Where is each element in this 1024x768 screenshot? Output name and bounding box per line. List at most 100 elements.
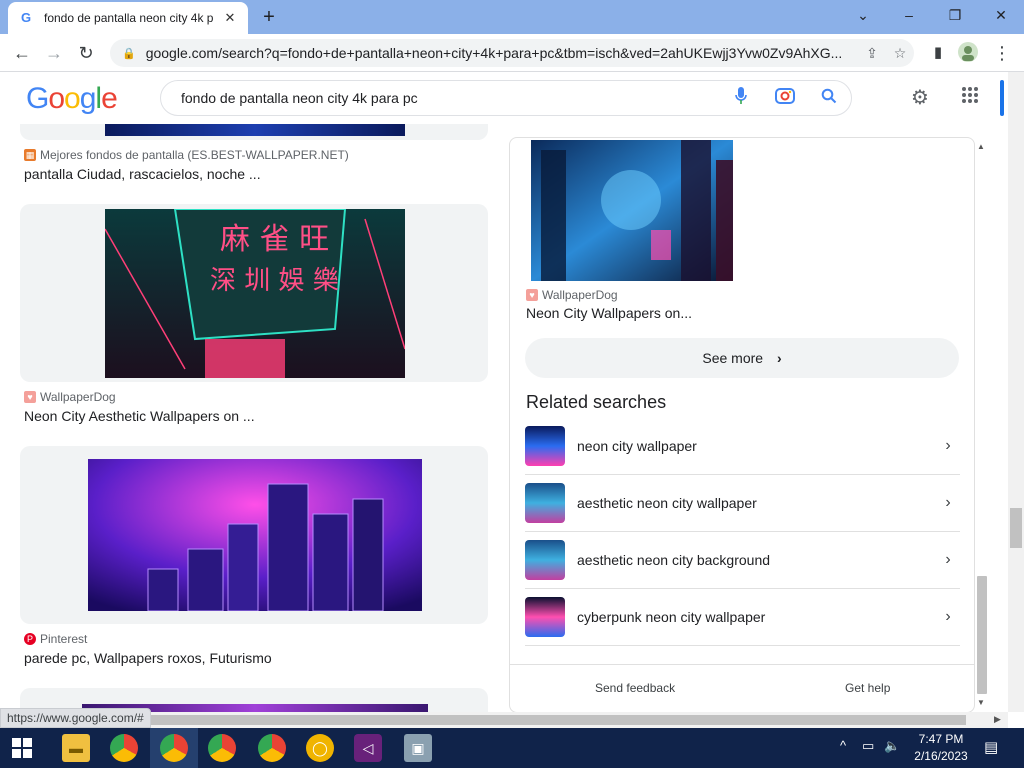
send-feedback-link[interactable]: Send feedback bbox=[595, 681, 675, 695]
browser-toolbar: ← → ↻ 🔒 google.com/search?q=fondo+de+pan… bbox=[0, 34, 1024, 72]
clock-time: 7:47 PM bbox=[918, 732, 964, 746]
settings-gear-icon[interactable]: ⚙ bbox=[908, 86, 932, 110]
image-results-column: ▦ Mejores fondos de pantalla (ES.BEST-WA… bbox=[20, 124, 490, 714]
result-source-label: WallpaperDog bbox=[40, 390, 116, 404]
chevron-right-icon: › bbox=[945, 494, 951, 511]
site-favicon-icon: ▦ bbox=[24, 149, 36, 161]
related-searches-title: Related searches bbox=[526, 392, 667, 412]
chevron-right-icon: › bbox=[945, 551, 951, 568]
voice-search-icon[interactable] bbox=[719, 86, 763, 111]
share-icon[interactable]: ⇪ bbox=[858, 45, 886, 62]
visual-studio-icon[interactable]: ◁ bbox=[354, 734, 382, 762]
page-horizontal-scrollbar[interactable]: ▶ bbox=[0, 712, 1008, 728]
result-source-label: Pinterest bbox=[40, 632, 88, 646]
bookmark-star-icon[interactable]: ☆ bbox=[886, 45, 914, 62]
google-logo[interactable]: Google bbox=[26, 82, 118, 116]
close-window-button[interactable]: ✕ bbox=[978, 0, 1024, 30]
result-thumbnail[interactable]: 麻 雀 旺 深 圳 娛 樂 bbox=[104, 208, 406, 378]
notifications-icon[interactable]: ▤ bbox=[984, 738, 998, 756]
google-favicon-icon: G bbox=[20, 10, 32, 25]
lock-icon: 🔒 bbox=[122, 47, 136, 60]
link-status-bubble: https://www.google.com/# bbox=[0, 708, 151, 728]
network-icon[interactable]: ▭ bbox=[862, 738, 874, 754]
footer-divider bbox=[510, 664, 974, 665]
sign-in-button[interactable] bbox=[1000, 80, 1004, 116]
see-more-button[interactable]: See more › bbox=[525, 338, 959, 378]
chrome-profile-b-icon[interactable] bbox=[208, 734, 236, 762]
reload-button[interactable]: ↻ bbox=[74, 41, 98, 65]
tab-search-button[interactable]: ⌄ bbox=[840, 0, 886, 30]
svg-text:麻 雀 旺: 麻 雀 旺 bbox=[220, 222, 329, 257]
result-source[interactable]: ▦ Mejores fondos de pantalla (ES.BEST-WA… bbox=[24, 148, 349, 162]
related-search-item[interactable]: cyberpunk neon city wallpaper › bbox=[525, 589, 960, 646]
result-caption[interactable]: Neon City Aesthetic Wallpapers on ... bbox=[24, 408, 255, 424]
clock-date: 2/16/2023 bbox=[914, 749, 968, 763]
sidebar-toggle-icon[interactable]: ▮ bbox=[926, 41, 950, 65]
lens-search-icon[interactable] bbox=[763, 87, 807, 110]
preview-source-label: WallpaperDog bbox=[542, 288, 618, 302]
browser-tab[interactable]: G fondo de pantalla neon city 4k p ✕ bbox=[8, 2, 248, 34]
scroll-right-arrow-icon[interactable]: ▶ bbox=[994, 714, 1001, 725]
apps-grid-icon[interactable] bbox=[958, 86, 982, 110]
forward-button[interactable]: → bbox=[42, 41, 66, 65]
search-query[interactable]: fondo de pantalla neon city 4k para pc bbox=[181, 90, 719, 106]
result-source[interactable]: P Pinterest bbox=[24, 632, 87, 646]
file-explorer-icon[interactable]: ▬ bbox=[62, 734, 90, 762]
new-tab-button[interactable]: + bbox=[258, 6, 280, 28]
site-favicon-icon: ♥ bbox=[24, 391, 36, 403]
svg-text:深 圳 娛 樂: 深 圳 娛 樂 bbox=[210, 266, 339, 296]
result-caption[interactable]: parede pc, Wallpapers roxos, Futurismo bbox=[24, 650, 272, 666]
search-box[interactable]: fondo de pantalla neon city 4k para pc bbox=[160, 80, 852, 116]
related-thumbnail bbox=[525, 483, 565, 523]
result-thumbnail[interactable] bbox=[105, 124, 405, 136]
chrome-icon[interactable] bbox=[110, 734, 138, 762]
preview-caption[interactable]: Neon City Wallpapers on... bbox=[526, 305, 692, 321]
related-search-label: neon city wallpaper bbox=[577, 438, 697, 454]
tab-title: fondo de pantalla neon city 4k p bbox=[44, 11, 214, 25]
get-help-link[interactable]: Get help bbox=[845, 681, 890, 695]
chrome-profile-d-icon[interactable] bbox=[258, 734, 286, 762]
tray-chevron-up-icon[interactable]: ^ bbox=[840, 738, 846, 753]
site-favicon-icon: ♥ bbox=[526, 289, 538, 301]
chrome-canary-icon[interactable]: ◯ bbox=[306, 734, 334, 762]
related-search-item[interactable]: aesthetic neon city background › bbox=[525, 532, 960, 589]
back-button[interactable]: ← bbox=[10, 41, 34, 65]
preview-image[interactable] bbox=[531, 140, 733, 281]
panel-scroll-thumb[interactable] bbox=[977, 576, 987, 694]
related-thumbnail bbox=[525, 426, 565, 466]
horizontal-scroll-thumb[interactable] bbox=[150, 715, 966, 725]
result-source[interactable]: ♥ WallpaperDog bbox=[24, 390, 116, 404]
windows-taskbar: ▬ ◯ ◁ ▣ ^ ▭ 🔈 7:47 PM 2/16/2023 ▤ bbox=[0, 728, 1024, 768]
panel-scrollbar[interactable]: ▲ ▼ bbox=[975, 140, 989, 712]
address-url: google.com/search?q=fondo+de+pantalla+ne… bbox=[145, 45, 843, 61]
related-search-label: aesthetic neon city background bbox=[577, 552, 771, 568]
result-card[interactable] bbox=[20, 124, 488, 140]
address-bar[interactable]: 🔒 google.com/search?q=fondo+de+pantalla+… bbox=[110, 39, 914, 67]
chevron-right-icon: › bbox=[945, 608, 951, 625]
browser-menu-icon[interactable]: ⋮ bbox=[990, 41, 1014, 65]
result-thumbnail[interactable] bbox=[88, 459, 422, 612]
preview-source[interactable]: ♥ WallpaperDog bbox=[526, 288, 618, 302]
result-caption[interactable]: pantalla Ciudad, rascacielos, noche ... bbox=[24, 166, 261, 182]
restore-button[interactable]: ❐ bbox=[932, 0, 978, 30]
search-icon[interactable] bbox=[807, 88, 851, 109]
chrome-profile-icon[interactable] bbox=[160, 734, 188, 762]
related-search-item[interactable]: neon city wallpaper › bbox=[525, 418, 960, 475]
close-tab-icon[interactable]: ✕ bbox=[222, 10, 238, 26]
photos-app-icon[interactable]: ▣ bbox=[404, 734, 432, 762]
page-vertical-scrollbar[interactable] bbox=[1008, 72, 1024, 712]
result-card[interactable] bbox=[20, 446, 488, 624]
scroll-up-arrow-icon[interactable]: ▲ bbox=[977, 142, 985, 151]
volume-icon[interactable]: 🔈 bbox=[884, 738, 900, 754]
related-search-label: aesthetic neon city wallpaper bbox=[577, 495, 757, 511]
scroll-down-arrow-icon[interactable]: ▼ bbox=[977, 698, 985, 707]
taskbar-clock[interactable]: 7:47 PM 2/16/2023 bbox=[908, 731, 974, 765]
windows-start-icon[interactable] bbox=[12, 738, 32, 763]
page-scroll-thumb[interactable] bbox=[1010, 508, 1022, 548]
profile-avatar[interactable] bbox=[956, 41, 980, 65]
related-search-label: cyberpunk neon city wallpaper bbox=[577, 609, 766, 625]
see-more-label: See more bbox=[702, 350, 764, 366]
minimize-button[interactable]: – bbox=[886, 0, 932, 30]
result-card[interactable]: 麻 雀 旺 深 圳 娛 樂 bbox=[20, 204, 488, 382]
related-search-item[interactable]: aesthetic neon city wallpaper › bbox=[525, 475, 960, 532]
